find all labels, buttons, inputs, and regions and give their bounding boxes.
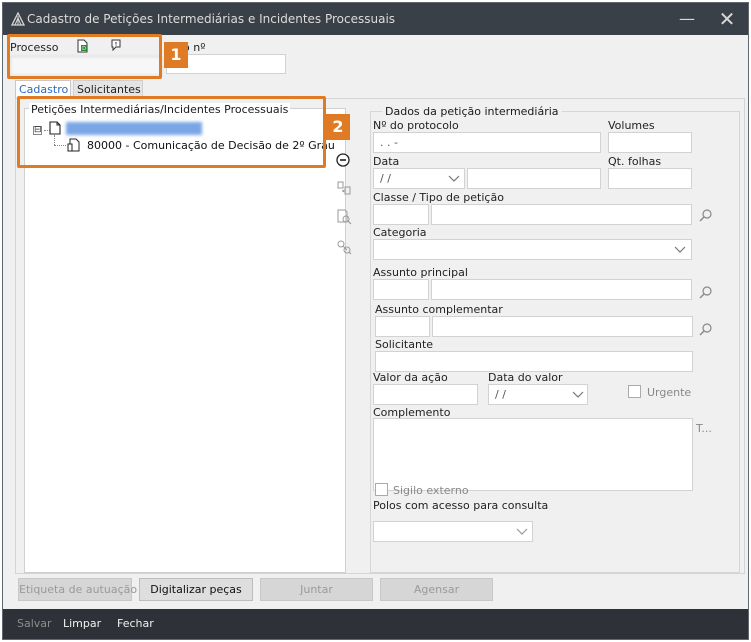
assunto-complementar-label: Assunto complementar bbox=[375, 303, 503, 316]
dados-peticao-title: Dados da petição intermediária bbox=[382, 105, 562, 118]
sigilo-label: Sigilo externo bbox=[393, 484, 469, 497]
complemento-textarea[interactable] bbox=[373, 418, 693, 491]
annotation-badge-2: 2 bbox=[326, 114, 350, 140]
cadastro-panel: Petições Intermediárias/Incidentes Proce… bbox=[15, 98, 745, 574]
chevron-down-icon[interactable] bbox=[572, 391, 584, 399]
valor-acao-label: Valor da ação bbox=[373, 371, 448, 384]
data-valor-label: Data do valor bbox=[488, 371, 563, 384]
key-search-icon[interactable] bbox=[336, 239, 352, 255]
main-window: Cadastro de Petições Intermediárias e In… bbox=[2, 2, 749, 640]
classe-desc-input[interactable] bbox=[431, 204, 692, 225]
polos-select[interactable] bbox=[373, 521, 533, 542]
minus-circle-icon[interactable] bbox=[336, 153, 350, 167]
close-button[interactable]: ✕ bbox=[707, 3, 747, 35]
urgente-label: Urgente bbox=[647, 386, 692, 399]
search-icon[interactable] bbox=[699, 285, 713, 299]
assunto-complementar-desc-input[interactable] bbox=[432, 316, 693, 337]
protocolo-input[interactable]: . . - bbox=[373, 132, 601, 153]
classe-label: Classe / Tipo de petição bbox=[373, 191, 504, 204]
title-bar[interactable]: Cadastro de Petições Intermediárias e In… bbox=[3, 3, 748, 35]
qt-folhas-input[interactable] bbox=[608, 168, 692, 189]
fechar-button[interactable]: Fechar bbox=[117, 617, 154, 630]
peticoes-tree-group bbox=[24, 108, 346, 573]
volumes-label: Volumes bbox=[608, 119, 655, 132]
urgente-checkbox[interactable] bbox=[628, 385, 641, 398]
search-icon[interactable] bbox=[699, 322, 713, 336]
digitalizar-pecas-button[interactable]: Digitalizar peças bbox=[139, 578, 253, 601]
solicitante-input[interactable] bbox=[375, 351, 693, 372]
volumes-input[interactable] bbox=[608, 132, 692, 153]
search-document-icon[interactable] bbox=[336, 209, 352, 225]
chevron-down-icon[interactable] bbox=[448, 175, 460, 183]
classe-code-input[interactable] bbox=[373, 204, 429, 225]
search-icon[interactable] bbox=[699, 208, 713, 222]
categoria-select[interactable] bbox=[373, 239, 692, 260]
agensar-button[interactable]: Agensar bbox=[380, 578, 493, 601]
minimize-button[interactable]: — bbox=[667, 3, 707, 35]
transfer-document-icon[interactable] bbox=[336, 180, 352, 196]
assunto-principal-code-input[interactable] bbox=[373, 279, 429, 300]
annotation-badge-1: 1 bbox=[164, 42, 188, 68]
annotation-box-2 bbox=[17, 96, 326, 168]
window-title: Cadastro de Petições Intermediárias e In… bbox=[27, 12, 396, 26]
app-logo-icon bbox=[11, 12, 25, 26]
polos-label: Polos com acesso para consulta bbox=[373, 499, 549, 512]
qt-folhas-label: Qt. folhas bbox=[608, 155, 662, 168]
limpar-button[interactable]: Limpar bbox=[63, 617, 101, 630]
assunto-principal-label: Assunto principal bbox=[373, 266, 468, 279]
solicitante-label: Solicitante bbox=[375, 338, 434, 351]
chevron-down-icon[interactable] bbox=[516, 528, 528, 536]
data-label: Data bbox=[373, 155, 400, 168]
juntar-button[interactable]: Juntar bbox=[260, 578, 373, 601]
salvar-button[interactable]: Salvar bbox=[17, 617, 52, 630]
valor-acao-input[interactable] bbox=[373, 384, 478, 405]
data-hora-input[interactable] bbox=[467, 168, 601, 189]
etiqueta-autuacao-button[interactable]: Etiqueta de autuação bbox=[18, 578, 137, 601]
assunto-principal-desc-input[interactable] bbox=[431, 279, 692, 300]
sigilo-checkbox[interactable] bbox=[375, 483, 388, 496]
bottom-toolbar: Salvar Limpar Fechar bbox=[3, 609, 748, 639]
chevron-down-icon[interactable] bbox=[674, 246, 686, 254]
assunto-complementar-code-input[interactable] bbox=[375, 316, 430, 337]
annotation-box-1 bbox=[7, 34, 162, 79]
complemento-more-button[interactable]: T... bbox=[696, 422, 712, 435]
protocolo-label: Nº do protocolo bbox=[373, 119, 459, 132]
categoria-label: Categoria bbox=[373, 226, 427, 239]
